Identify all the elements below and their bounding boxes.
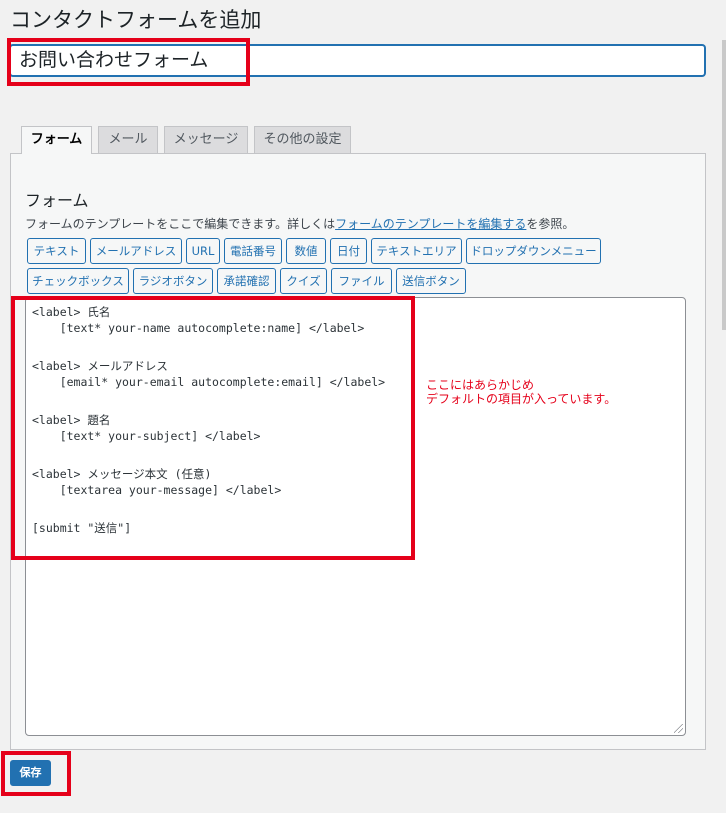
code-line: <label> メールアドレス [32,359,168,373]
tab-mail[interactable]: メール [98,126,158,153]
code-line: <label> 氏名 [32,305,111,319]
code-line: [email* your-email autocomplete:email] <… [32,375,386,389]
tag-button-number[interactable]: 数値 [286,238,326,264]
form-panel: フォーム フォームのテンプレートをここで編集できます。詳しくはフォームのテンプレ… [10,153,706,750]
tag-button-dropdown[interactable]: ドロップダウンメニュー [466,238,601,264]
tag-button-checkbox[interactable]: チェックボックス [27,268,129,294]
code-line: [text* your-name autocomplete:name] </la… [32,321,365,335]
tag-button-acceptance[interactable]: 承諾確認 [217,268,276,294]
annotation-line-2: デフォルトの項目が入っています。 [426,392,617,406]
tag-button-file[interactable]: ファイル [331,268,392,294]
tag-button-quiz[interactable]: クイズ [280,268,327,294]
tag-button-textarea[interactable]: テキストエリア [371,238,462,264]
tag-button-text[interactable]: テキスト [27,238,86,264]
tag-button-tel[interactable]: 電話番号 [224,238,282,264]
resize-handle-icon[interactable] [674,724,683,733]
tag-button-email[interactable]: メールアドレス [90,238,182,264]
template-help-link[interactable]: フォームのテンプレートを編集する [335,217,526,231]
code-line: [textarea your-message] </label> [32,483,282,497]
page-title: コンタクトフォームを追加 [10,8,262,32]
code-line: [text* your-subject] </label> [32,429,261,443]
code-line: [submit "送信"] [32,521,132,535]
panel-heading: フォーム [25,191,89,210]
annotation-line-1: ここにはあらかじめ [426,378,535,392]
save-button[interactable]: 保存 [10,760,51,786]
annotation-note: ここにはあらかじめ デフォルトの項目が入っています。 [426,378,616,406]
form-title-input[interactable]: お問い合わせフォーム [10,45,705,76]
page-scrollbar[interactable] [722,40,726,330]
panel-desc-suffix: を参照。 [526,217,575,231]
form-template-editor[interactable]: <label> 氏名 [text* your-name autocomplete… [25,297,686,736]
tab-form[interactable]: フォーム [21,126,92,154]
code-line: <label> メッセージ本文 (任意) [32,467,212,481]
tag-button-date[interactable]: 日付 [330,238,367,264]
tag-button-submit[interactable]: 送信ボタン [396,268,466,294]
tab-other-settings[interactable]: その他の設定 [254,126,351,153]
panel-desc-text: フォームのテンプレートをここで編集できます。詳しくは [25,217,336,231]
panel-description: フォームのテンプレートをここで編集できます。詳しくはフォームのテンプレートを編集… [25,215,574,232]
tab-message[interactable]: メッセージ [164,126,248,153]
tag-button-url[interactable]: URL [186,238,220,264]
code-line: <label> 題名 [32,413,111,427]
tag-button-radio[interactable]: ラジオボタン [133,268,213,294]
